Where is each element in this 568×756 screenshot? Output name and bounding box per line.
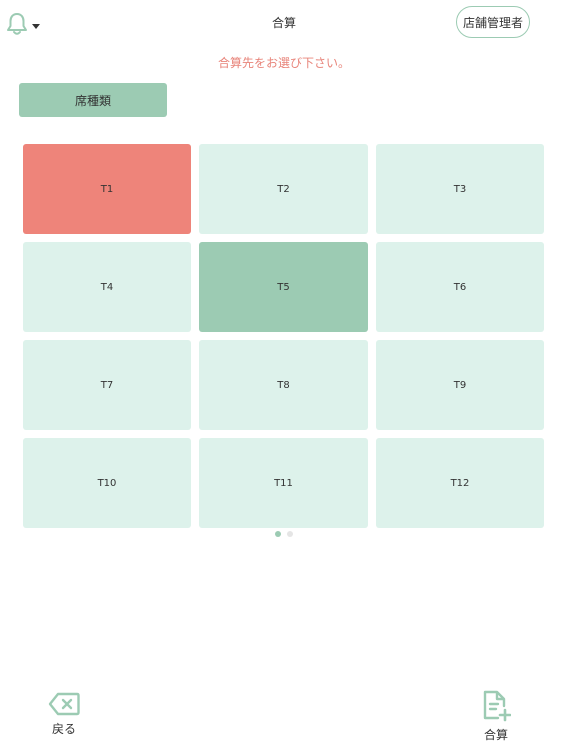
page-indicator [0,531,568,537]
table-cell-t3[interactable]: T3 [376,144,544,234]
page-dot[interactable] [275,531,281,537]
table-cell-t11[interactable]: T11 [199,438,368,528]
table-cell-t7[interactable]: T7 [23,340,191,430]
header: 合算 店舗管理者 [0,0,568,46]
table-cell-t4[interactable]: T4 [23,242,191,332]
merge-label: 合算 [483,728,508,742]
back-label: 戻る [51,722,76,736]
instruction-text: 合算先をお選び下さい。 [217,56,350,70]
document-add-icon [483,690,511,722]
table-cell-t6[interactable]: T6 [376,242,544,332]
table-cell-t1[interactable]: T1 [23,144,191,234]
table-grid: T1 T2 T3 T4 T5 T6 T7 T8 T9 T10 T11 T12 [23,144,544,528]
table-cell-t12[interactable]: T12 [376,438,544,528]
table-cell-t8[interactable]: T8 [199,340,368,430]
back-button[interactable]: 戻る [44,692,84,737]
table-cell-t2[interactable]: T2 [199,144,368,234]
table-cell-t5[interactable]: T5 [199,242,368,332]
backspace-icon [48,692,80,716]
table-cell-t10[interactable]: T10 [23,438,191,528]
seat-type-button[interactable]: 席種類 [19,83,167,117]
merge-button[interactable]: 合算 [475,690,517,743]
store-manager-button[interactable]: 店舗管理者 [456,6,530,38]
page-dot[interactable] [287,531,293,537]
table-cell-t9[interactable]: T9 [376,340,544,430]
